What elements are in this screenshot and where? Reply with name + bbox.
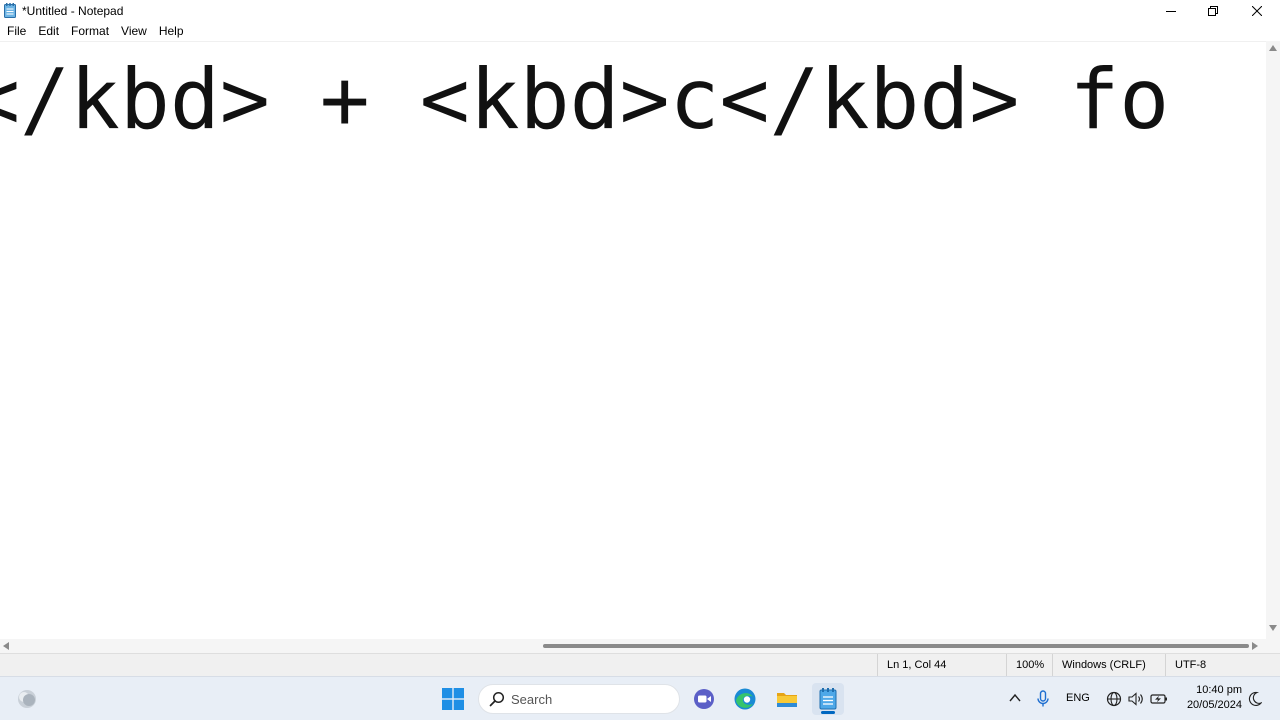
- encoding: UTF-8: [1165, 654, 1280, 677]
- minimize-icon: [1166, 11, 1176, 12]
- minimize-button[interactable]: [1148, 0, 1194, 22]
- system-clock[interactable]: 10:40 pm 20/05/2024: [1178, 683, 1242, 713]
- menu-bar: File Edit Format View Help: [0, 22, 1280, 41]
- taskbar-app-notepad[interactable]: [812, 683, 844, 715]
- clock-time: 10:40 pm: [1196, 684, 1242, 696]
- close-icon: [1252, 6, 1262, 16]
- network-globe-icon[interactable]: [1106, 691, 1122, 707]
- active-app-indicator: [821, 711, 835, 714]
- horizontal-scrollbar[interactable]: [0, 639, 1266, 653]
- search-icon: [489, 691, 505, 707]
- taskbar-app-meet[interactable]: [688, 683, 720, 715]
- restore-button[interactable]: [1190, 0, 1236, 22]
- status-bar: Ln 1, Col 44 100% Windows (CRLF) UTF-8: [0, 653, 1280, 677]
- search-label: Search: [511, 692, 553, 707]
- restore-icon: [1208, 6, 1218, 16]
- scroll-left-icon[interactable]: [3, 642, 9, 650]
- taskbar-app-file-explorer[interactable]: [771, 683, 803, 715]
- edge-icon: [734, 688, 756, 710]
- horizontal-scroll-thumb[interactable]: [543, 644, 1249, 648]
- title-bar[interactable]: *Untitled - Notepad: [0, 0, 1280, 22]
- menu-edit[interactable]: Edit: [32, 22, 65, 41]
- weather-icon: [18, 690, 36, 708]
- scroll-right-icon[interactable]: [1252, 642, 1258, 650]
- taskbar-search[interactable]: Search: [478, 684, 680, 714]
- menu-view[interactable]: View: [115, 22, 153, 41]
- widgets-button[interactable]: [16, 688, 38, 710]
- chevron-up-icon[interactable]: [1008, 691, 1022, 705]
- notification-bell-icon[interactable]: [1248, 691, 1262, 707]
- close-button[interactable]: [1234, 0, 1280, 22]
- clock-date: 20/05/2024: [1186, 699, 1242, 711]
- cursor-position: Ln 1, Col 44: [877, 654, 1006, 677]
- taskbar: Search ENG 10:40 pm 20/05/2024: [0, 676, 1280, 720]
- menu-format[interactable]: Format: [65, 22, 115, 41]
- scrollbar-corner: [1266, 639, 1280, 653]
- battery-icon[interactable]: [1150, 691, 1168, 707]
- scroll-down-icon[interactable]: [1269, 625, 1277, 631]
- text-editor[interactable]: r</kbd> + <kbd>c</kbd> fo: [0, 41, 1266, 639]
- menu-help[interactable]: Help: [153, 22, 190, 41]
- scroll-up-icon[interactable]: [1269, 45, 1277, 51]
- meet-icon: [694, 689, 714, 709]
- window-title: *Untitled - Notepad: [22, 4, 124, 18]
- menu-file[interactable]: File: [1, 22, 32, 41]
- notepad-icon: [819, 688, 837, 710]
- zoom-level: 100%: [1006, 654, 1052, 677]
- editor-text[interactable]: r</kbd> + <kbd>c</kbd> fo: [0, 50, 1169, 150]
- vertical-scrollbar[interactable]: [1266, 41, 1280, 639]
- microphone-icon[interactable]: [1036, 690, 1050, 708]
- notepad-icon: [4, 3, 16, 18]
- volume-icon[interactable]: [1128, 691, 1144, 707]
- file-explorer-icon: [777, 693, 797, 707]
- taskbar-app-edge[interactable]: [729, 683, 761, 715]
- language-indicator[interactable]: ENG: [1066, 692, 1090, 704]
- windows-logo-icon: [442, 688, 464, 710]
- start-button[interactable]: [442, 688, 464, 710]
- line-ending: Windows (CRLF): [1052, 654, 1165, 677]
